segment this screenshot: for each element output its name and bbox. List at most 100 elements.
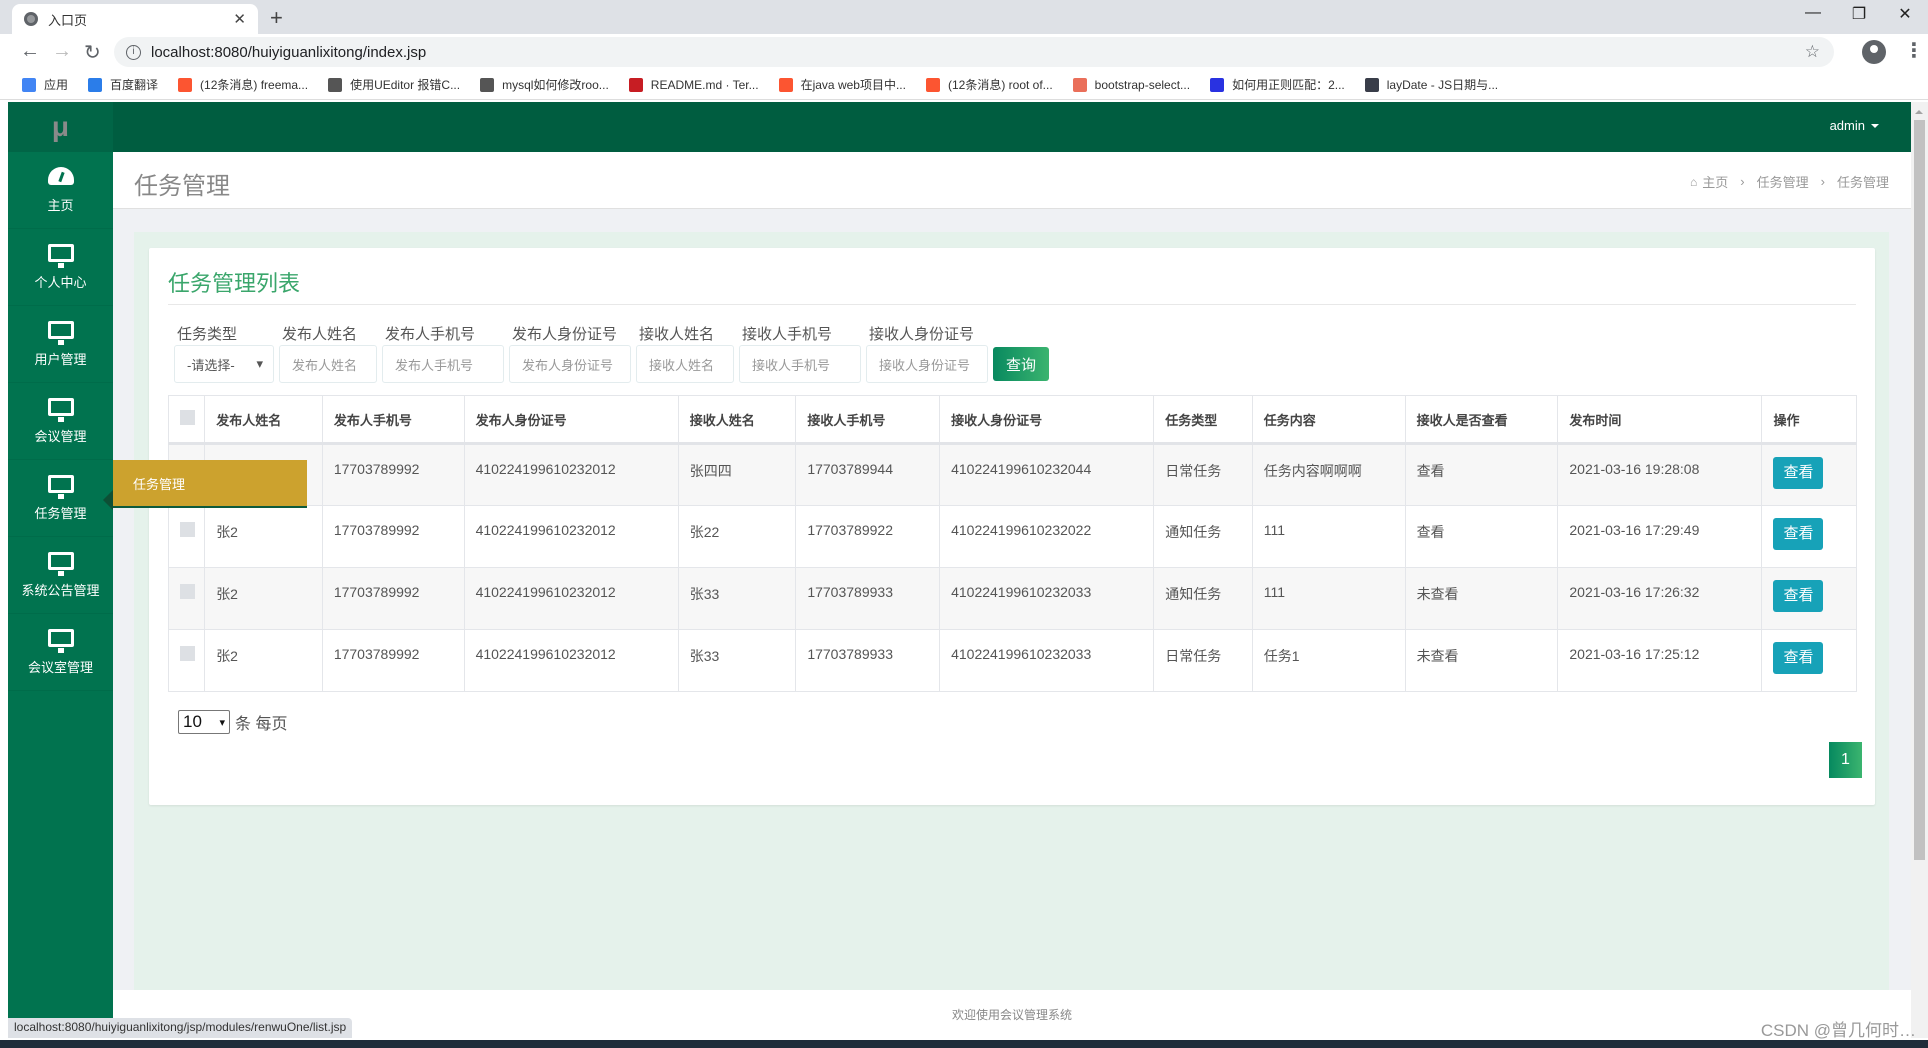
- new-tab-button[interactable]: +: [270, 5, 283, 31]
- submenu-item-task-management[interactable]: 任务管理: [113, 460, 307, 508]
- table-cell: 410224199610232012: [463, 443, 679, 506]
- view-button[interactable]: 查看: [1773, 580, 1824, 612]
- column-header: 发布人身份证号: [463, 395, 679, 445]
- menu-icon[interactable]: ⋮: [1904, 38, 1924, 63]
- sidebar-item[interactable]: 个人中心: [8, 229, 113, 306]
- csdn-icon: [925, 77, 940, 92]
- filter-input[interactable]: 接收人身份证号: [866, 345, 988, 383]
- forward-icon[interactable]: →: [52, 40, 72, 63]
- row-checkbox[interactable]: [180, 584, 195, 599]
- bookmark-label: (12条消息) root of...: [947, 78, 1053, 92]
- browser-tab[interactable]: 入口页 ✕: [12, 4, 258, 34]
- table-cell: 410224199610232033: [939, 567, 1155, 630]
- chevron-down-icon: ▾: [219, 716, 225, 729]
- sidebar-item[interactable]: 用户管理: [8, 306, 113, 383]
- bookmark-item[interactable]: mysql如何修改roo...: [480, 76, 609, 93]
- username: admin: [1829, 118, 1865, 133]
- monitor-icon: [47, 397, 74, 422]
- sidebar-item[interactable]: 会议管理: [8, 383, 113, 460]
- bookmark-star-icon[interactable]: ☆: [1805, 42, 1820, 62]
- url-input[interactable]: i localhost:8080/huiyiguanlixitong/index…: [114, 37, 1834, 67]
- page-size-select[interactable]: 10 ▾: [178, 710, 230, 734]
- info-icon[interactable]: i: [126, 44, 141, 60]
- table-cell: 任务内容啊啊啊: [1251, 443, 1406, 506]
- table-cell: 410224199610232044: [939, 443, 1155, 506]
- sidebar-item[interactable]: 任务管理: [8, 460, 113, 537]
- breadcrumb-home[interactable]: 主页: [1702, 172, 1728, 191]
- scrollbar-thumb[interactable]: [1914, 120, 1925, 860]
- bookmark-item[interactable]: 如何用正则匹配：2...: [1210, 76, 1345, 93]
- filter-label: 发布人姓名: [282, 326, 358, 343]
- page-button-1[interactable]: 1: [1829, 742, 1862, 778]
- bookmark-label: 应用: [44, 78, 69, 92]
- filter-label: 任务类型: [177, 326, 238, 343]
- table-cell: 410224199610232012: [463, 567, 679, 630]
- bookmark-item[interactable]: 在java web项目中...: [778, 76, 906, 93]
- baidu-translate-icon: [88, 77, 103, 92]
- filter-label: 接收人姓名: [639, 326, 715, 343]
- minimize-icon[interactable]: —: [1790, 4, 1836, 22]
- table-cell: 任务1: [1251, 629, 1406, 692]
- window-close-icon[interactable]: ✕: [1882, 4, 1928, 24]
- user-dropdown[interactable]: admin: [1830, 118, 1879, 133]
- column-header: 发布时间: [1557, 395, 1763, 445]
- view-button[interactable]: 查看: [1773, 457, 1824, 489]
- view-button[interactable]: 查看: [1773, 518, 1824, 550]
- bookmark-item[interactable]: 百度翻译: [88, 76, 158, 93]
- filter-input[interactable]: 发布人姓名: [279, 345, 377, 383]
- bookmark-item[interactable]: bootstrap-select...: [1072, 77, 1191, 92]
- input-placeholder: 接收人姓名: [649, 357, 715, 373]
- sidebar-item[interactable]: 系统公告管理: [8, 537, 113, 614]
- sidebar-item-label: 会议管理: [34, 428, 87, 444]
- bookmark-item[interactable]: README.md · Ter...: [628, 77, 759, 92]
- sidebar-item-label: 个人中心: [34, 274, 87, 290]
- table-cell: 查看: [1404, 505, 1559, 568]
- reload-icon[interactable]: ↻: [84, 40, 101, 65]
- table-cell: 17703789933: [795, 567, 941, 630]
- jianshu-icon: [1072, 77, 1087, 92]
- bookmark-item[interactable]: (12条消息) freema...: [178, 76, 308, 93]
- filter-input[interactable]: 接收人手机号: [739, 345, 861, 383]
- filter-label: 发布人手机号: [385, 326, 476, 343]
- table-cell: 未查看: [1404, 567, 1559, 630]
- back-icon[interactable]: ←: [20, 40, 40, 63]
- table-cell: 17703789992: [321, 567, 465, 630]
- task-type-select[interactable]: -请选择- ▾: [174, 345, 274, 383]
- bookmark-item[interactable]: (12条消息) root of...: [925, 76, 1053, 93]
- table-cell: 410224199610232033: [939, 629, 1155, 692]
- bookmark-item[interactable]: 使用UEditor 报错C...: [328, 76, 460, 93]
- close-tab-icon[interactable]: ✕: [233, 10, 246, 28]
- monitor-icon: [47, 320, 74, 345]
- view-button[interactable]: 查看: [1773, 642, 1824, 674]
- bookmark-label: bootstrap-select...: [1094, 77, 1191, 92]
- bookmarks-bar: 应用 百度翻译 (12条消息) freema... 使用UEditor 报错C... m…: [0, 70, 1928, 100]
- bookmark-item[interactable]: 应用: [22, 76, 68, 93]
- vertical-scrollbar[interactable]: [1911, 102, 1928, 1038]
- search-button[interactable]: 查询: [993, 347, 1049, 381]
- chevron-right-icon: ›: [1740, 174, 1745, 189]
- filter-group: 接收人身份证号 接收人身份证号: [866, 323, 988, 383]
- column-header: 接收人是否查看: [1404, 395, 1559, 445]
- sidebar-item[interactable]: 主页: [8, 152, 113, 229]
- row-checkbox[interactable]: [180, 646, 195, 661]
- scroll-up-icon[interactable]: [1915, 106, 1923, 114]
- filter-input[interactable]: 发布人手机号: [382, 345, 504, 383]
- select-all-checkbox[interactable]: [180, 410, 195, 425]
- sidebar-item-label: 主页: [47, 197, 74, 213]
- top-navbar: admin: [113, 102, 1911, 152]
- restore-icon[interactable]: ❐: [1836, 4, 1882, 24]
- input-placeholder: 接收人手机号: [752, 357, 831, 373]
- row-checkbox[interactable]: [180, 522, 195, 537]
- table-cell: 17703789933: [795, 629, 941, 692]
- table-cell: 张2: [204, 567, 323, 630]
- filter-input[interactable]: 发布人身份证号: [509, 345, 631, 383]
- bookmark-item[interactable]: layDate - JS日期与...: [1364, 76, 1498, 93]
- breadcrumb-parent[interactable]: 任务管理: [1757, 172, 1809, 191]
- column-header: 发布人手机号: [321, 395, 465, 445]
- profile-icon[interactable]: [1862, 40, 1886, 64]
- table-cell: 查看: [1404, 443, 1559, 506]
- filter-input[interactable]: 接收人姓名: [636, 345, 734, 383]
- table-cell: 张2: [204, 629, 323, 692]
- apps-icon: [22, 77, 36, 92]
- sidebar-item[interactable]: 会议室管理: [8, 614, 113, 691]
